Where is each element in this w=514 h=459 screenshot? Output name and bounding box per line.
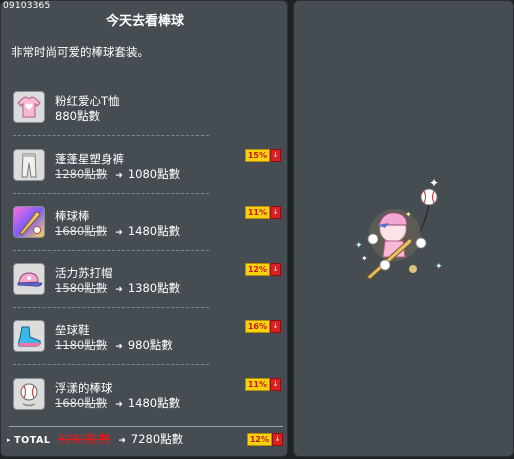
down-arrow-icon: ↓ xyxy=(270,378,281,391)
package-item[interactable]: 垒球鞋 1180點數 ➜ 980點數 16% ↓ xyxy=(11,315,281,371)
down-arrow-icon: ↓ xyxy=(272,433,283,446)
item-divider xyxy=(13,250,209,251)
package-item[interactable]: 浮漾的棒球 1680點數 ➜ 1480點數 11% ↓ xyxy=(11,373,281,429)
package-item[interactable]: 活力苏打帽 1580點數 ➜ 1380點數 12% ↓ xyxy=(11,258,281,314)
discount-badge: 15% ↓ xyxy=(244,149,281,162)
svg-text:✦: ✦ xyxy=(355,241,363,251)
baseball-bat-icon xyxy=(13,206,45,238)
down-arrow-icon: ↓ xyxy=(270,149,281,162)
discount-percent: 16% xyxy=(244,320,270,333)
package-description: 非常时尚可爱的棒球套装。 xyxy=(11,45,149,59)
discount-badge: 12% ↓ xyxy=(244,263,281,276)
package-item[interactable]: 蓬蓬星塑身裤 1280點數 ➜ 1080點數 15% ↓ xyxy=(11,144,281,200)
package-item[interactable]: 棒球棒 1680點數 ➜ 1480點數 11% ↓ xyxy=(11,201,281,257)
total-old-price: 8280點數 xyxy=(58,432,111,446)
svg-text:✦: ✦ xyxy=(435,262,443,272)
package-item[interactable]: 粉红爱心T恤 880點數 xyxy=(11,86,281,142)
item-price-line: 1680點數 ➜ 1480點數 xyxy=(55,223,180,239)
item-new-price: 1480點數 xyxy=(127,396,181,410)
item-price-line: 1180點數 ➜ 980點數 xyxy=(55,337,173,353)
package-title: 今天去看棒球 xyxy=(105,14,184,29)
soda-cap-icon xyxy=(13,263,45,295)
character-preview-panel: ✦ ✦ ✦ ✦ ✦ xyxy=(293,0,514,457)
item-name: 粉红爱心T恤 xyxy=(55,94,120,108)
total-discount-badge: 12% ↓ xyxy=(246,433,283,446)
item-price-line: 1280點數 ➜ 1080點數 xyxy=(55,166,180,182)
svg-text:✦: ✦ xyxy=(361,254,368,263)
pink-heart-tshirt-icon xyxy=(13,91,45,123)
item-divider xyxy=(13,307,209,308)
item-new-price: 980點數 xyxy=(127,338,173,352)
item-divider xyxy=(13,135,209,136)
down-arrow-icon: ↓ xyxy=(270,320,281,333)
floating-baseball-icon xyxy=(13,378,45,410)
svg-text:✦: ✦ xyxy=(429,176,439,190)
item-name: 浮漾的棒球 xyxy=(55,381,113,395)
item-new-price: 1480點數 xyxy=(127,224,181,238)
baseball-character-icon: ✦ ✦ ✦ ✦ ✦ xyxy=(355,176,443,280)
item-name: 蓬蓬星塑身裤 xyxy=(55,152,124,166)
discount-percent: 12% xyxy=(246,433,272,446)
item-old-price: 1580點數 xyxy=(55,281,108,295)
discount-percent: 11% xyxy=(244,378,270,391)
down-arrow-icon: ↓ xyxy=(270,206,281,219)
item-old-price: 1280點數 xyxy=(55,167,108,181)
item-price-line: 1680點數 ➜ 1480點數 xyxy=(55,395,180,411)
discount-badge: 11% ↓ xyxy=(244,378,281,391)
item-price-line: 880點數 xyxy=(55,108,100,124)
arrow-icon: ➜ xyxy=(115,342,123,352)
item-price: 880點數 xyxy=(55,109,100,123)
item-new-price: 1080點數 xyxy=(127,167,181,181)
item-name: 活力苏打帽 xyxy=(55,266,113,280)
character-preview: ✦ ✦ ✦ ✦ ✦ xyxy=(349,173,449,283)
discount-badge: 11% ↓ xyxy=(244,206,281,219)
item-name: 垒球鞋 xyxy=(55,323,90,337)
package-details-panel: 09103365 今天去看棒球 非常时尚可爱的棒球套装。 粉红爱心T恤 880點… xyxy=(0,0,288,457)
item-divider xyxy=(13,193,209,194)
star-pants-icon xyxy=(13,149,45,181)
arrow-icon: ➜ xyxy=(118,436,126,446)
discount-percent: 15% xyxy=(244,149,270,162)
total-new-price: 7280點數 xyxy=(130,432,184,446)
baseball-shoes-icon xyxy=(13,320,45,352)
item-old-price: 1680點數 xyxy=(55,396,108,410)
arrow-icon: ➜ xyxy=(115,285,123,295)
bullet-icon: ▸ xyxy=(7,436,11,444)
discount-badge: 16% ↓ xyxy=(244,320,281,333)
item-old-price: 1180點數 xyxy=(55,338,108,352)
item-name: 棒球棒 xyxy=(55,209,90,223)
arrow-icon: ➜ xyxy=(115,228,123,238)
discount-percent: 12% xyxy=(244,263,270,276)
arrow-icon: ➜ xyxy=(115,400,123,410)
arrow-icon: ➜ xyxy=(115,171,123,181)
total-label: TOTAL xyxy=(14,435,51,446)
down-arrow-icon: ↓ xyxy=(270,263,281,276)
total-row: ▸ TOTAL 8280點數 ➜ 7280點數 12% ↓ xyxy=(7,431,283,451)
discount-percent: 11% xyxy=(244,206,270,219)
item-price-line: 1580點數 ➜ 1380點數 xyxy=(55,280,180,296)
item-divider xyxy=(13,364,209,365)
total-divider xyxy=(9,426,283,427)
item-old-price: 1680點數 xyxy=(55,224,108,238)
item-new-price: 1380點數 xyxy=(127,281,181,295)
